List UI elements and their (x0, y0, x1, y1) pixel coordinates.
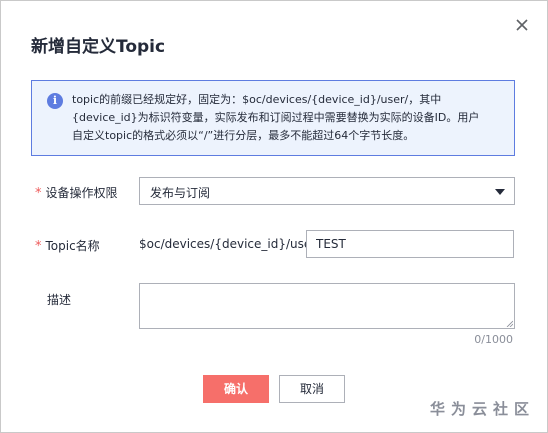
info-line: topic的前缀已经规定好，固定为：$oc/devices/{device_id… (72, 93, 442, 106)
info-line: {device_id}为标识符变量，实际发布和订阅过程中需要替换为实际的设备ID… (72, 111, 480, 124)
cancel-button[interactable]: 取消 (279, 375, 345, 403)
description-char-counter: 0/1000 (474, 333, 513, 346)
add-custom-topic-dialog: 新增自定义Topic i topic的前缀已经规定好，固定为：$oc/devic… (0, 0, 548, 433)
watermark: 华为云社区 (429, 400, 535, 418)
info-icon: i (47, 93, 63, 109)
topic-prefix: $oc/devices/{device_id}/user/ (139, 237, 321, 251)
topic-name-input[interactable] (306, 230, 514, 258)
info-text: topic的前缀已经规定好，固定为：$oc/devices/{device_id… (72, 91, 504, 145)
required-mark: * (35, 186, 42, 201)
close-icon[interactable] (512, 15, 532, 35)
required-mark: * (35, 239, 42, 254)
description-textarea[interactable] (139, 283, 515, 329)
dialog-title: 新增自定义Topic (31, 37, 166, 57)
permission-select[interactable]: 发布与订阅 (139, 177, 515, 205)
info-notice: i topic的前缀已经规定好，固定为：$oc/devices/{device_… (31, 80, 515, 156)
info-line: 自定义topic的格式必须以“/”进行分层，最多不能超过64个字节长度。 (72, 129, 415, 142)
topic-label-text: Topic名称 (45, 239, 100, 253)
description-label: 描述 (47, 293, 72, 307)
topic-label: * Topic名称 (35, 237, 100, 254)
permission-label: * 设备操作权限 (35, 184, 118, 201)
chevron-down-icon (495, 189, 505, 195)
confirm-button[interactable]: 确认 (203, 375, 269, 403)
permission-select-value: 发布与订阅 (150, 186, 211, 200)
permission-label-text: 设备操作权限 (45, 186, 118, 200)
resize-handle-icon[interactable] (506, 320, 513, 327)
